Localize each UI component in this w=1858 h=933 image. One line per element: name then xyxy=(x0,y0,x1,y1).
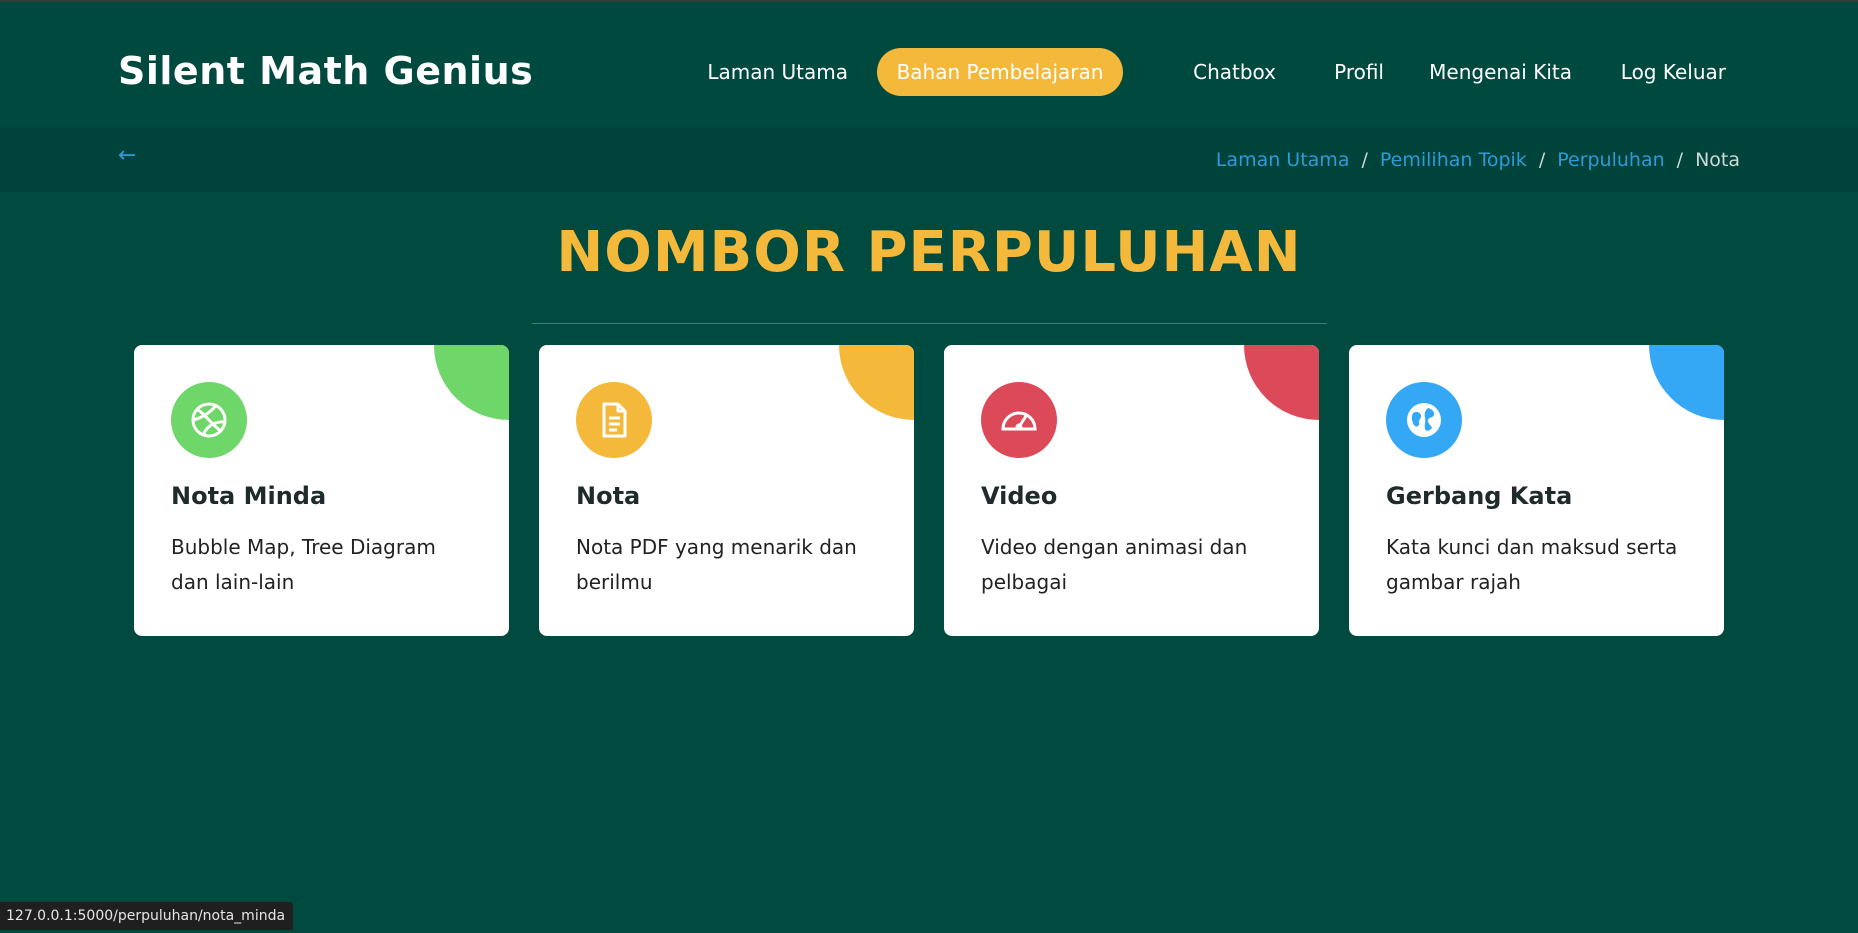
breadcrumb-pemilihan-topik[interactable]: Pemilihan Topik xyxy=(1380,149,1527,171)
nav-bahan-pembelajaran[interactable]: Bahan Pembelajaran xyxy=(877,48,1123,96)
breadcrumb-separator: / xyxy=(1676,149,1684,171)
site-logo[interactable]: Silent Math Genius xyxy=(118,49,533,93)
card-nota[interactable]: Nota Nota PDF yang menarik dan berilmu xyxy=(539,345,914,636)
status-url: 127.0.0.1:5000/perpuluhan/nota_minda xyxy=(0,902,294,930)
card-title: Nota Minda xyxy=(171,482,327,510)
page-title: NOMBOR PERPULUHAN xyxy=(556,220,1302,285)
header: Silent Math Genius Laman Utama Bahan Pem… xyxy=(0,2,1858,127)
card-title: Nota xyxy=(576,482,641,510)
card-description: Bubble Map, Tree Diagram dan lain-lain xyxy=(171,535,436,594)
breadcrumb: Laman Utama / Pemilihan Topik / Perpuluhan / N… xyxy=(1216,149,1740,171)
card-title: Video xyxy=(981,482,1058,510)
breadcrumb-current: Nota xyxy=(1695,149,1740,171)
basketball-icon xyxy=(171,382,247,458)
card-corner-decoration xyxy=(1649,345,1724,420)
title-divider xyxy=(532,323,1327,324)
card-nota-minda[interactable]: Nota Minda Bubble Map, Tree Diagram dan … xyxy=(134,345,509,636)
card-gerbang-kata[interactable]: Gerbang Kata Kata kunci dan maksud serta… xyxy=(1349,345,1724,636)
card-description: Kata kunci dan maksud serta gambar rajah xyxy=(1386,535,1678,594)
globe-icon xyxy=(1386,382,1462,458)
nav-profil[interactable]: Profil xyxy=(1334,48,1384,96)
file-text-icon xyxy=(576,382,652,458)
breadcrumb-separator: / xyxy=(1361,149,1368,171)
card-description: Nota PDF yang menarik dan berilmu xyxy=(576,535,857,594)
breadcrumb-perpuluhan[interactable]: Perpuluhan xyxy=(1557,149,1664,171)
speedometer-icon xyxy=(981,382,1057,458)
breadcrumb-laman-utama[interactable]: Laman Utama xyxy=(1216,149,1350,171)
card-video[interactable]: Video Video dengan animasi dan pelbagai xyxy=(944,345,1319,636)
breadcrumb-separator: / xyxy=(1538,149,1546,171)
card-corner-decoration xyxy=(839,345,914,420)
card-title: Gerbang Kata xyxy=(1386,482,1573,510)
nav-chatbox[interactable]: Chatbox xyxy=(1193,48,1276,96)
back-arrow-icon[interactable]: ← xyxy=(118,143,136,168)
nav-log-keluar[interactable]: Log Keluar xyxy=(1621,48,1726,96)
card-description: Video dengan animasi dan pelbagai xyxy=(981,535,1248,594)
card-corner-decoration xyxy=(434,345,509,420)
nav-laman-utama[interactable]: Laman Utama xyxy=(707,48,848,96)
nav-mengenai-kita[interactable]: Mengenai Kita xyxy=(1429,48,1572,96)
card-corner-decoration xyxy=(1244,345,1319,420)
